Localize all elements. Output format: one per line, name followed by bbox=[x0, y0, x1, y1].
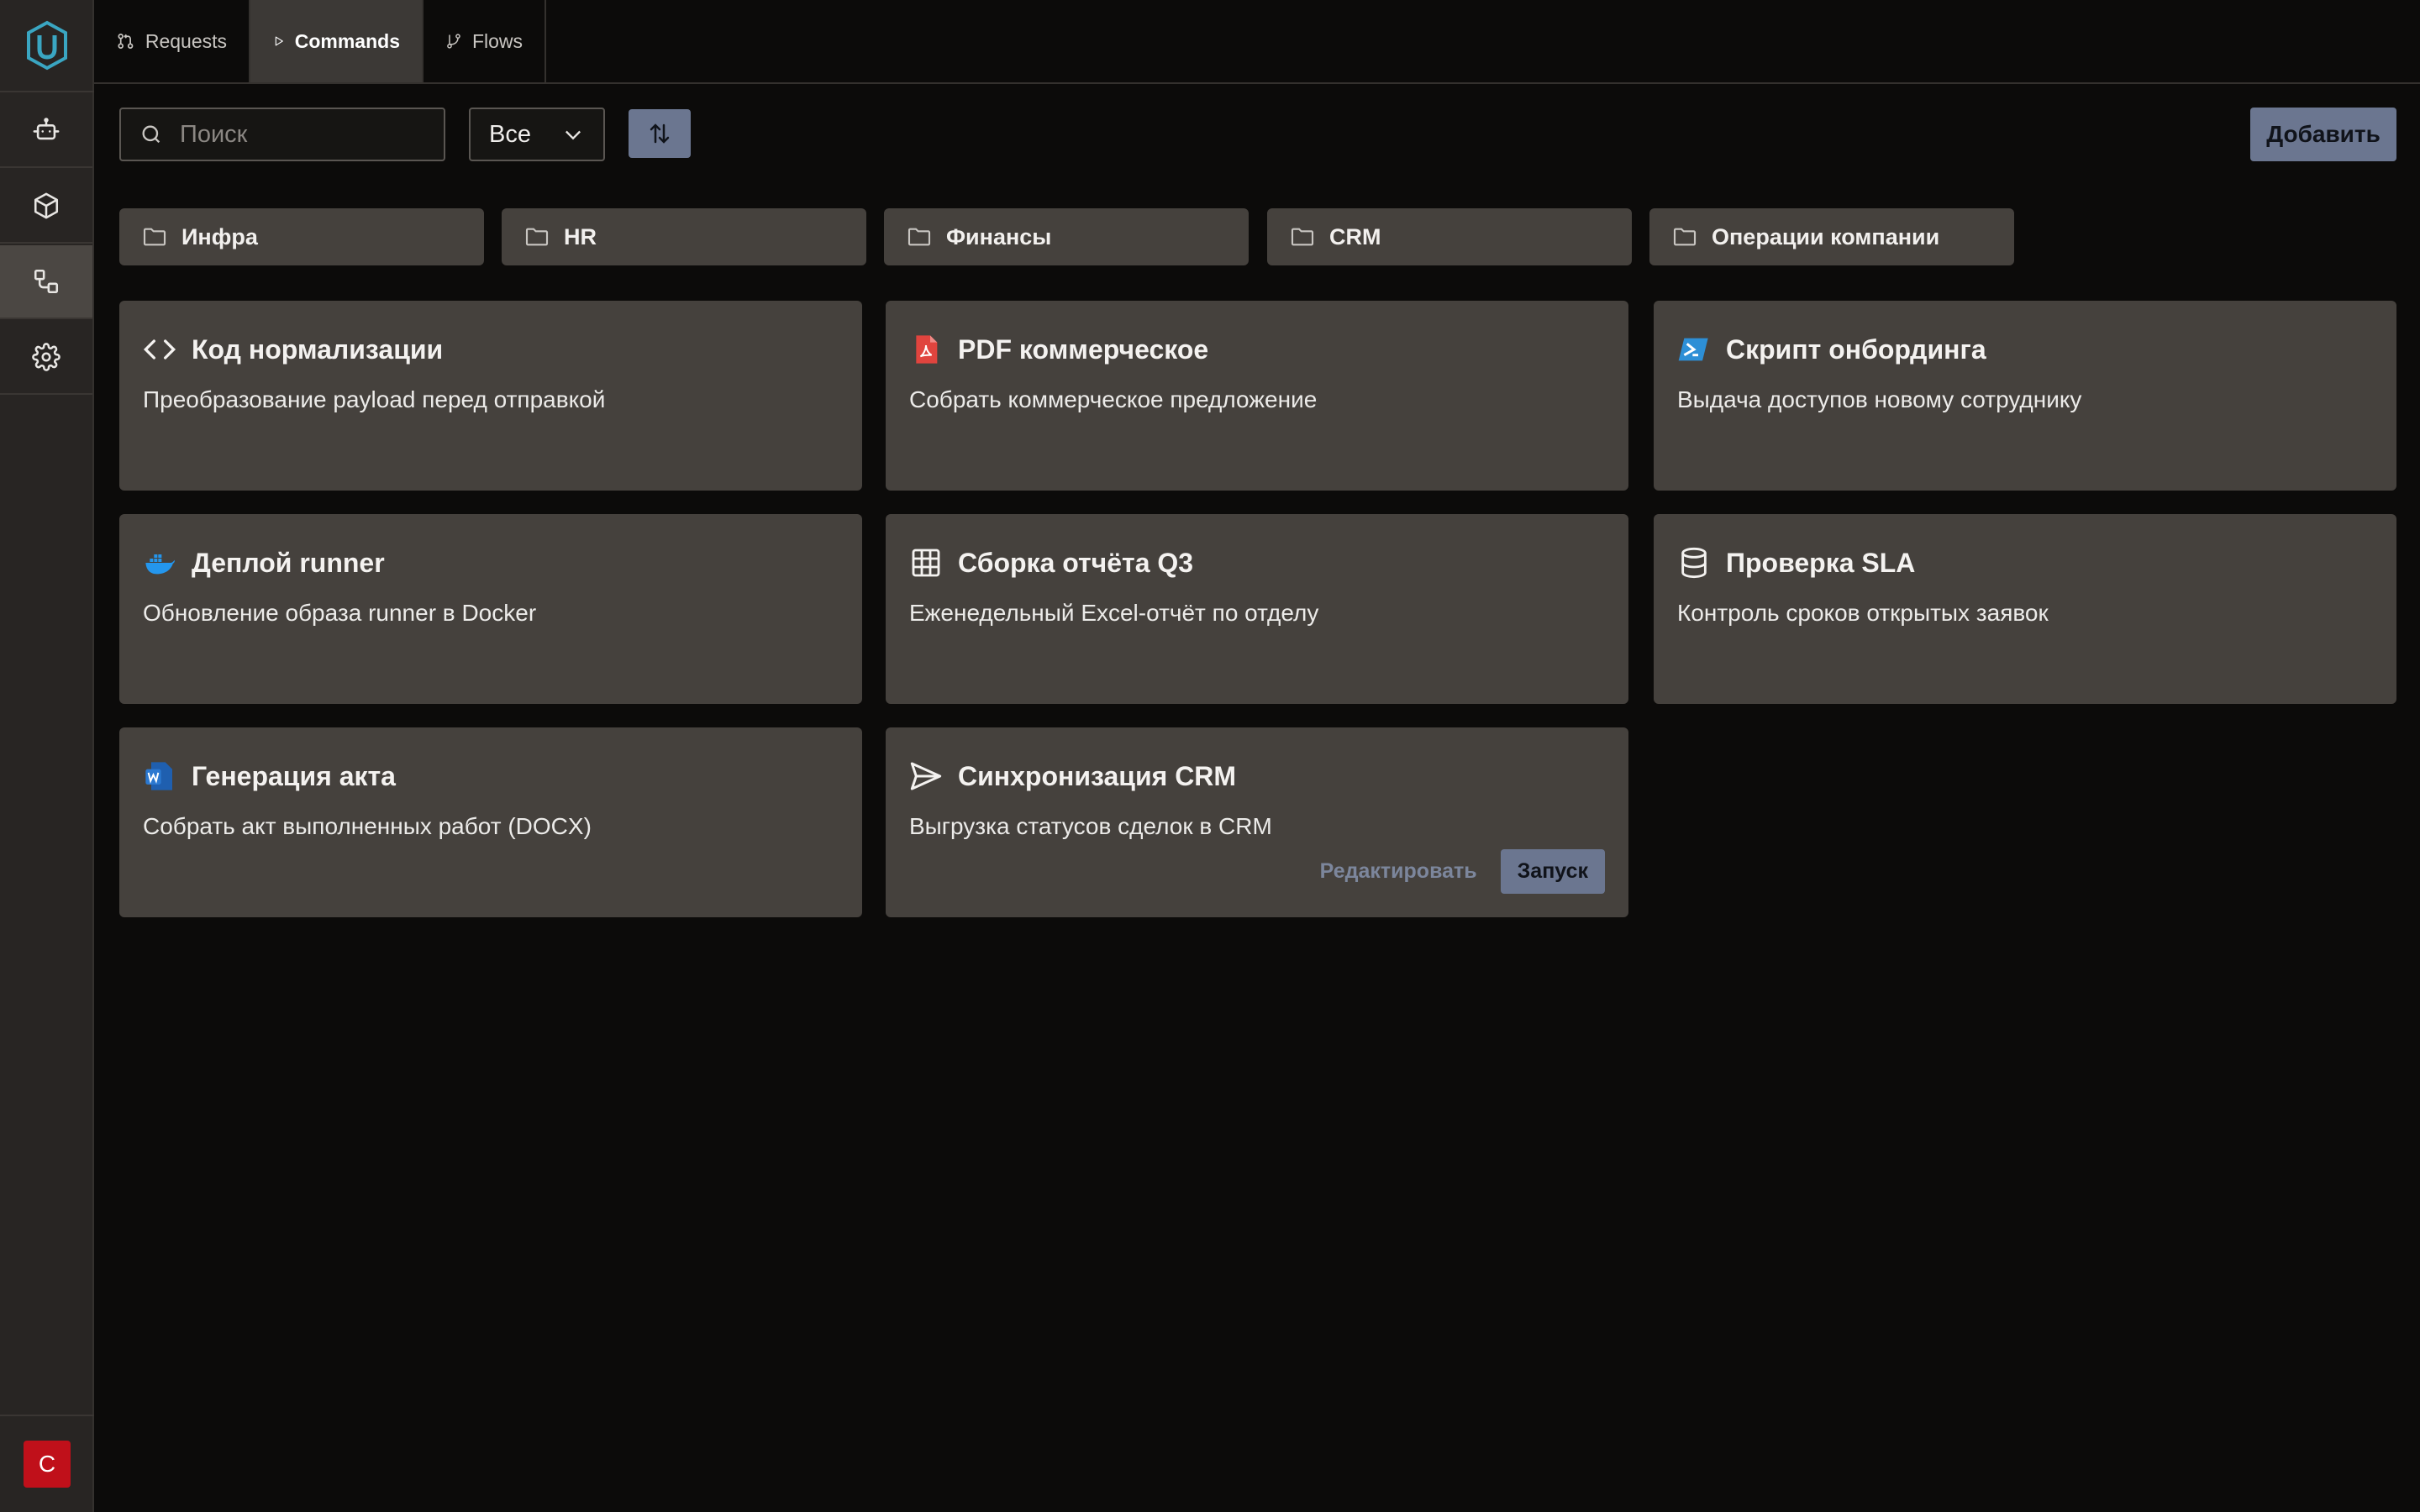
card-header: Проверка SLA bbox=[1677, 546, 1915, 580]
card-title: Сборка отчёта Q3 bbox=[958, 547, 1194, 578]
folder-hr[interactable]: HR bbox=[502, 208, 866, 265]
card-header: Синхронизация CRM bbox=[909, 759, 1236, 793]
card-title: Код нормализации bbox=[192, 333, 444, 365]
flow-nodes-icon bbox=[34, 269, 59, 294]
folder-icon bbox=[908, 228, 931, 246]
send-icon bbox=[910, 762, 942, 790]
card-header: Код нормализации bbox=[143, 333, 443, 366]
card-header: Генерация акта bbox=[143, 759, 396, 793]
avatar[interactable]: C bbox=[24, 1441, 71, 1488]
sidebar-item-settings[interactable] bbox=[0, 321, 92, 395]
card-title: Проверка SLA bbox=[1726, 547, 1916, 578]
sidebar-item-robot[interactable] bbox=[0, 94, 92, 168]
folder-icon bbox=[1291, 228, 1314, 246]
folder-company-ops[interactable]: Операции компании bbox=[1649, 208, 2014, 265]
folder-icon bbox=[1673, 228, 1697, 246]
edit-button[interactable]: Редактировать bbox=[1320, 859, 1477, 884]
card-description: Преобразование payload перед отправкой bbox=[143, 386, 606, 412]
card-title: Деплой runner bbox=[192, 547, 385, 578]
sidebar: C bbox=[0, 0, 94, 1512]
sort-arrows-icon bbox=[650, 123, 670, 144]
docker-icon bbox=[145, 554, 175, 575]
sidebar-item-packages[interactable] bbox=[0, 170, 92, 244]
powershell-icon bbox=[1678, 338, 1708, 361]
folder-label: Финансы bbox=[946, 223, 1052, 249]
folder-label: Операции компании bbox=[1712, 223, 1940, 249]
folder-icon bbox=[143, 228, 166, 246]
command-card-onboarding[interactable]: Скрипт онбординга Выдача доступов новому… bbox=[1654, 301, 2396, 491]
filter-select[interactable]: Все bbox=[469, 108, 605, 161]
code-icon bbox=[143, 339, 176, 360]
cube-icon bbox=[34, 192, 59, 219]
command-card-pdf[interactable]: PDF коммерческое Собрать коммерческое пр… bbox=[886, 301, 1628, 491]
robot-icon bbox=[33, 118, 60, 140]
card-actions: Редактировать Запуск bbox=[1320, 849, 1605, 894]
add-button[interactable]: Добавить bbox=[2250, 108, 2396, 161]
tab-requests[interactable]: Requests bbox=[94, 0, 250, 82]
folder-infra[interactable]: Инфра bbox=[119, 208, 484, 265]
card-title: Генерация акта bbox=[192, 760, 396, 791]
card-description: Собрать коммерческое предложение bbox=[909, 386, 1318, 412]
card-header: Сборка отчёта Q3 bbox=[909, 546, 1193, 580]
command-card-normalization[interactable]: Код нормализации Преобразование payload … bbox=[119, 301, 862, 491]
card-description: Обновление образа runner в Docker bbox=[143, 600, 537, 626]
card-header: Скрипт онбординга bbox=[1677, 333, 1986, 366]
command-card-deploy-runner[interactable]: Деплой runner Обновление образа runner в… bbox=[119, 514, 862, 704]
database-icon bbox=[1681, 547, 1707, 579]
app-logo[interactable] bbox=[0, 0, 94, 92]
command-card-sla-check[interactable]: Проверка SLA Контроль сроков открытых за… bbox=[1654, 514, 2396, 704]
run-button[interactable]: Запуск bbox=[1500, 849, 1605, 894]
chevron-down-icon bbox=[566, 130, 581, 140]
command-card-report-q3[interactable]: Сборка отчёта Q3 Еженедельный Excel-отчё… bbox=[886, 514, 1628, 704]
card-title: PDF коммерческое bbox=[958, 333, 1209, 365]
folder-label: CRM bbox=[1329, 223, 1381, 249]
sidebar-item-flows[interactable] bbox=[0, 245, 92, 319]
command-card-act-generation[interactable]: Генерация акта Собрать акт выполненных р… bbox=[119, 727, 862, 917]
tab-label: Flows bbox=[471, 29, 523, 52]
tab-label: Requests bbox=[145, 29, 227, 52]
u-shield-logo-icon bbox=[27, 20, 67, 71]
pdf-file-icon bbox=[916, 335, 938, 364]
command-card-crm-sync[interactable]: Синхронизация CRM Выгрузка статусов сдел… bbox=[886, 727, 1628, 917]
folder-label: HR bbox=[564, 223, 597, 249]
card-description: Выдача доступов новому сотруднику bbox=[1677, 386, 2082, 412]
tab-label: Commands bbox=[294, 29, 400, 52]
gear-icon bbox=[32, 343, 60, 371]
card-description: Контроль сроков открытых заявок bbox=[1677, 600, 2049, 626]
card-title: Синхронизация CRM bbox=[958, 760, 1237, 791]
tab-flows[interactable]: Flows bbox=[424, 0, 546, 82]
filter-value: Все bbox=[489, 120, 531, 148]
git-pull-request-icon bbox=[118, 34, 134, 49]
folder-crm[interactable]: CRM bbox=[1267, 208, 1632, 265]
folder-icon bbox=[525, 228, 549, 246]
word-file-icon bbox=[145, 762, 172, 790]
play-icon bbox=[275, 36, 283, 46]
card-title: Скрипт онбординга bbox=[1726, 333, 1986, 365]
sort-button[interactable] bbox=[629, 109, 691, 158]
search-icon bbox=[142, 125, 160, 144]
card-description: Еженедельный Excel-отчёт по отделу bbox=[909, 600, 1319, 626]
git-branch-icon bbox=[447, 34, 460, 49]
search-box[interactable] bbox=[119, 108, 445, 161]
card-header: Деплой runner bbox=[143, 546, 385, 580]
tab-commands[interactable]: Commands bbox=[250, 0, 424, 82]
sidebar-footer: C bbox=[0, 1415, 94, 1512]
card-description: Собрать акт выполненных работ (DOCX) bbox=[143, 813, 592, 839]
table-icon bbox=[912, 549, 940, 577]
top-tab-bar: Requests Commands Flows bbox=[94, 0, 2420, 84]
search-input[interactable] bbox=[180, 120, 432, 149]
folder-label: Инфра bbox=[182, 223, 258, 249]
card-description: Выгрузка статусов сделок в CRM bbox=[909, 813, 1272, 839]
card-header: PDF коммерческое bbox=[909, 333, 1208, 366]
folder-finance[interactable]: Финансы bbox=[884, 208, 1249, 265]
